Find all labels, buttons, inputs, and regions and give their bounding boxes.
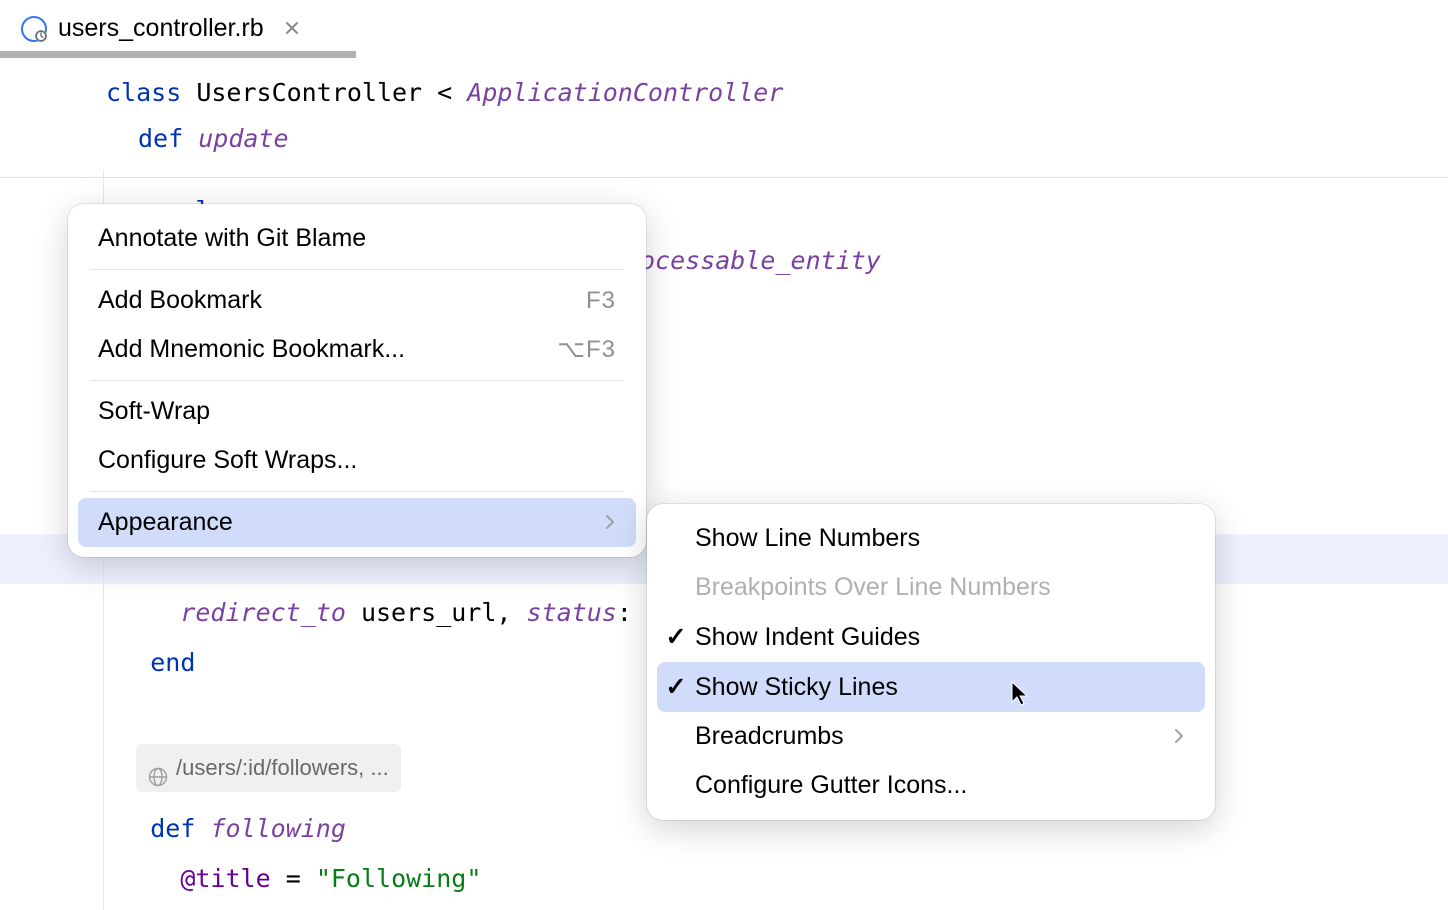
- editor-tab-bar: users_controller.rb: [0, 0, 1448, 58]
- menu-item-annotate-git-blame[interactable]: Annotate with Git Blame: [78, 214, 636, 263]
- shortcut-label: ⌥F3: [557, 335, 616, 364]
- menu-item-configure-gutter-icons[interactable]: Configure Gutter Icons...: [657, 761, 1205, 810]
- sticky-line[interactable]: class UsersController < ApplicationContr…: [90, 70, 1448, 116]
- globe-icon: [148, 758, 168, 778]
- route-annotation-text: /users/:id/followers, ...: [176, 746, 389, 790]
- ruby-file-icon: [20, 15, 48, 43]
- menu-item-show-sticky-lines[interactable]: ✓ Show Sticky Lines: [657, 662, 1205, 712]
- chevron-right-icon: [1173, 722, 1185, 751]
- code-line[interactable]: @title = "Following": [90, 854, 1448, 904]
- menu-item-show-line-numbers[interactable]: Show Line Numbers: [657, 514, 1205, 563]
- close-tab-icon[interactable]: [280, 12, 304, 46]
- menu-separator: [90, 380, 624, 381]
- chevron-right-icon: [604, 508, 616, 537]
- sticky-lines-header[interactable]: class UsersController < ApplicationContr…: [0, 58, 1448, 178]
- menu-item-breakpoints-over-line-numbers: Breakpoints Over Line Numbers: [657, 563, 1205, 612]
- menu-item-add-mnemonic-bookmark[interactable]: Add Mnemonic Bookmark... ⌥F3: [78, 325, 636, 374]
- sticky-line[interactable]: def update: [90, 116, 1448, 162]
- menu-item-appearance[interactable]: Appearance: [78, 498, 636, 547]
- menu-item-add-bookmark[interactable]: Add Bookmark F3: [78, 276, 636, 325]
- editor-context-menu: Annotate with Git Blame Add Bookmark F3 …: [68, 204, 646, 557]
- check-icon: ✓: [661, 672, 691, 702]
- shortcut-label: F3: [586, 287, 616, 315]
- active-tab-indicator: [0, 51, 356, 58]
- appearance-submenu: Show Line Numbers Breakpoints Over Line …: [647, 504, 1215, 820]
- menu-item-configure-soft-wraps[interactable]: Configure Soft Wraps...: [78, 436, 636, 485]
- mouse-cursor-icon: [1010, 680, 1032, 713]
- menu-separator: [90, 491, 624, 492]
- menu-item-breadcrumbs[interactable]: Breadcrumbs: [657, 712, 1205, 761]
- check-icon: ✓: [661, 622, 691, 652]
- menu-item-show-indent-guides[interactable]: ✓ Show Indent Guides: [657, 612, 1205, 662]
- tab-title: users_controller.rb: [58, 14, 264, 43]
- menu-separator: [90, 269, 624, 270]
- menu-item-soft-wrap[interactable]: Soft-Wrap: [78, 387, 636, 436]
- editor-tab[interactable]: users_controller.rb: [0, 0, 320, 57]
